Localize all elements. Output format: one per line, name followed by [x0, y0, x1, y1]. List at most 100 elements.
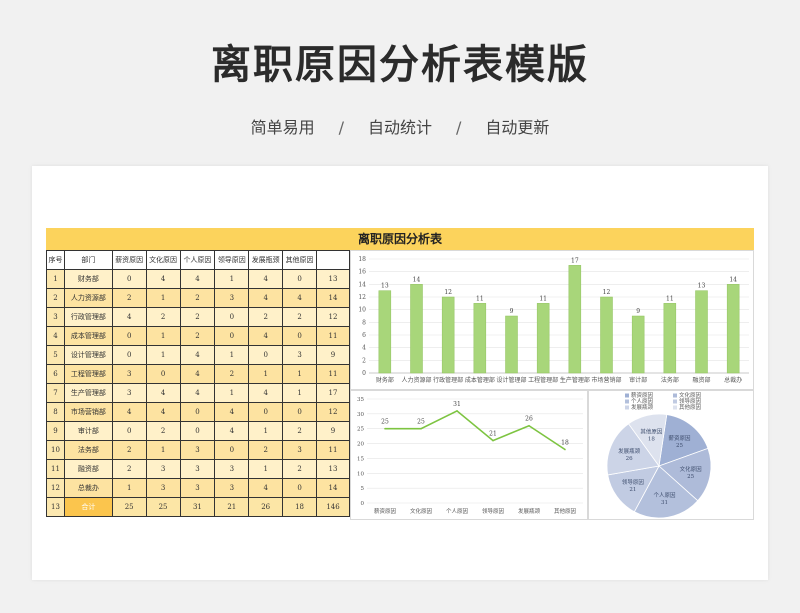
table-cell[interactable]: 3 — [46, 307, 65, 327]
table-cell[interactable]: 4 — [214, 402, 250, 422]
table-cell[interactable]: 0 — [111, 421, 147, 441]
table-cell[interactable]: 1 — [111, 478, 147, 498]
table-cell[interactable]: 3 — [145, 459, 181, 479]
table-cell[interactable]: 4 — [179, 269, 216, 289]
table-cell[interactable]: 2 — [145, 307, 181, 327]
table-cell[interactable]: 4 — [111, 402, 147, 422]
table-cell[interactable]: 17 — [316, 383, 350, 403]
table-cell[interactable]: 4 — [179, 383, 216, 403]
table-cell[interactable]: 7 — [46, 383, 65, 403]
table-cell[interactable]: 4 — [145, 383, 181, 403]
total-cell[interactable]: 18 — [282, 497, 317, 517]
table-cell[interactable]: 融资部 — [63, 459, 113, 479]
total-cell[interactable]: 合计 — [63, 497, 113, 517]
table-cell[interactable]: 总裁办 — [63, 478, 113, 498]
table-cell[interactable]: 2 — [248, 307, 284, 327]
table-cell[interactable]: 13 — [316, 459, 350, 479]
total-cell[interactable]: 31 — [179, 497, 216, 517]
table-cell[interactable]: 工程管理部 — [63, 364, 113, 384]
table-cell[interactable]: 生产管理部 — [63, 383, 113, 403]
total-cell[interactable]: 25 — [145, 497, 181, 517]
table-cell[interactable]: 设计管理部 — [63, 345, 113, 365]
table-cell[interactable]: 11 — [316, 326, 350, 346]
table-cell[interactable]: 2 — [282, 421, 317, 441]
table-cell[interactable]: 0 — [111, 345, 147, 365]
table-cell[interactable]: 11 — [46, 459, 65, 479]
table-cell[interactable]: 0 — [282, 269, 317, 289]
table-cell[interactable]: 4 — [214, 421, 250, 441]
table-cell[interactable]: 审计部 — [63, 421, 113, 441]
table-cell[interactable]: 4 — [248, 269, 284, 289]
table-cell[interactable]: 0 — [214, 326, 250, 346]
table-cell[interactable]: 1 — [145, 345, 181, 365]
table-cell[interactable]: 1 — [248, 364, 284, 384]
table-cell[interactable]: 12 — [316, 402, 350, 422]
table-cell[interactable]: 0 — [214, 307, 250, 327]
table-cell[interactable]: 1 — [282, 383, 317, 403]
total-cell[interactable]: 26 — [248, 497, 284, 517]
table-cell[interactable]: 5 — [46, 345, 65, 365]
table-cell[interactable]: 14 — [316, 478, 350, 498]
table-cell[interactable]: 市场营销部 — [63, 402, 113, 422]
table-cell[interactable]: 2 — [111, 440, 147, 460]
table-cell[interactable]: 0 — [282, 402, 317, 422]
table-cell[interactable]: 14 — [316, 288, 350, 308]
table-cell[interactable]: 1 — [282, 364, 317, 384]
table-cell[interactable]: 3 — [282, 345, 317, 365]
table-cell[interactable]: 0 — [248, 345, 284, 365]
table-cell[interactable]: 4 — [282, 288, 317, 308]
table-cell[interactable]: 3 — [179, 459, 216, 479]
total-cell[interactable]: 13 — [46, 497, 65, 517]
table-cell[interactable]: 9 — [316, 421, 350, 441]
table-cell[interactable]: 4 — [179, 345, 216, 365]
table-cell[interactable]: 4 — [248, 478, 284, 498]
table-cell[interactable]: 0 — [145, 364, 181, 384]
table-cell[interactable]: 2 — [46, 288, 65, 308]
table-cell[interactable]: 1 — [248, 459, 284, 479]
table-cell[interactable]: 11 — [316, 440, 350, 460]
table-cell[interactable]: 法务部 — [63, 440, 113, 460]
table-cell[interactable]: 10 — [46, 440, 65, 460]
table-cell[interactable]: 1 — [214, 345, 250, 365]
table-cell[interactable]: 12 — [316, 307, 350, 327]
table-cell[interactable]: 0 — [179, 421, 216, 441]
table-cell[interactable]: 2 — [214, 364, 250, 384]
table-cell[interactable]: 4 — [248, 383, 284, 403]
table-cell[interactable]: 4 — [179, 364, 216, 384]
table-cell[interactable]: 1 — [145, 440, 181, 460]
table-cell[interactable]: 0 — [111, 326, 147, 346]
table-cell[interactable]: 财务部 — [63, 269, 113, 289]
total-cell[interactable]: 21 — [214, 497, 250, 517]
table-cell[interactable]: 1 — [214, 383, 250, 403]
table-cell[interactable]: 4 — [111, 307, 147, 327]
table-cell[interactable]: 2 — [179, 307, 216, 327]
table-cell[interactable]: 12 — [46, 478, 65, 498]
total-cell[interactable]: 146 — [316, 497, 350, 517]
table-cell[interactable]: 3 — [145, 478, 181, 498]
table-cell[interactable]: 3 — [111, 383, 147, 403]
table-cell[interactable]: 2 — [179, 288, 216, 308]
table-cell[interactable]: 成本管理部 — [63, 326, 113, 346]
table-cell[interactable]: 3 — [111, 364, 147, 384]
table-cell[interactable]: 0 — [111, 269, 147, 289]
table-cell[interactable]: 2 — [111, 288, 147, 308]
table-cell[interactable]: 1 — [214, 269, 250, 289]
table-cell[interactable]: 6 — [46, 364, 65, 384]
table-cell[interactable]: 9 — [46, 421, 65, 441]
table-cell[interactable]: 3 — [214, 288, 250, 308]
table-cell[interactable]: 1 — [145, 326, 181, 346]
table-cell[interactable]: 0 — [179, 402, 216, 422]
table-cell[interactable]: 3 — [179, 478, 216, 498]
table-cell[interactable]: 1 — [248, 421, 284, 441]
table-cell[interactable]: 4 — [248, 288, 284, 308]
table-cell[interactable]: 2 — [145, 421, 181, 441]
table-cell[interactable]: 3 — [214, 459, 250, 479]
table-cell[interactable]: 3 — [214, 478, 250, 498]
table-cell[interactable]: 2 — [111, 459, 147, 479]
table-cell[interactable]: 9 — [316, 345, 350, 365]
table-cell[interactable]: 4 — [145, 269, 181, 289]
table-cell[interactable]: 人力资源部 — [63, 288, 113, 308]
table-cell[interactable]: 13 — [316, 269, 350, 289]
table-cell[interactable]: 2 — [282, 307, 317, 327]
table-cell[interactable]: 2 — [248, 440, 284, 460]
